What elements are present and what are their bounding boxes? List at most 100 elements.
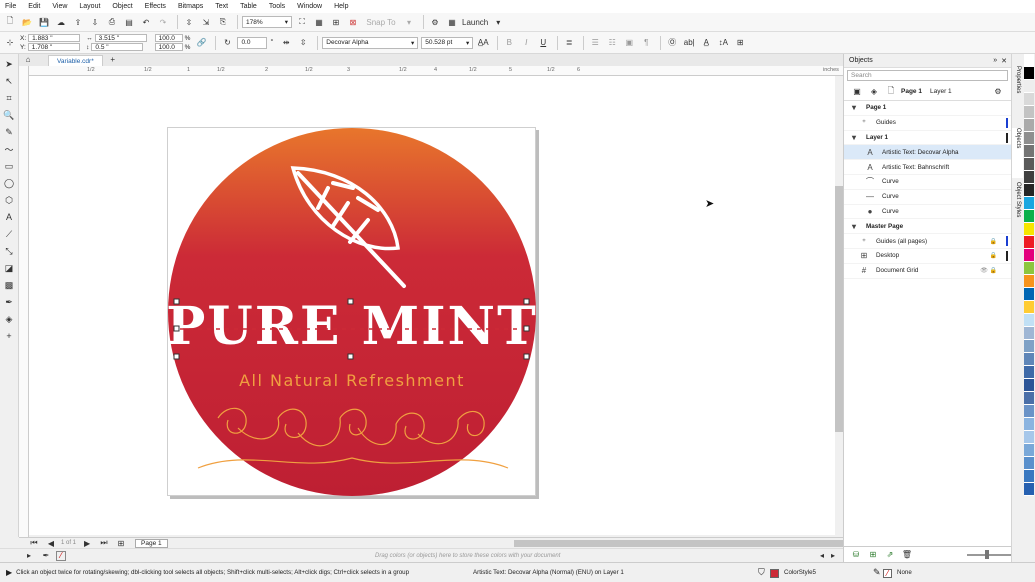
lock-icon[interactable]: 🔒 (990, 252, 997, 259)
palette-swatch[interactable] (1024, 288, 1034, 301)
palette-swatch[interactable] (1024, 457, 1034, 470)
rotation-field[interactable]: 0.0 (237, 36, 268, 49)
add-tool-icon[interactable]: + (2, 329, 16, 343)
launch-icon[interactable]: ▦ (445, 15, 459, 29)
zoom-level-select[interactable]: 178% ▾ (242, 16, 292, 28)
docker-close-icon[interactable]: ✕ (1001, 57, 1007, 65)
tree-row[interactable]: ⊞ Desktop 🔒 (844, 249, 1011, 264)
fill-swatch[interactable] (770, 569, 779, 578)
underline-button[interactable]: U (536, 36, 550, 50)
parallel-dimension-icon[interactable]: ⟋ (2, 227, 16, 241)
menu-view[interactable]: View (52, 3, 67, 10)
undo-icon[interactable]: ↶ (139, 15, 153, 29)
shape-tool-icon[interactable]: ↖ (2, 74, 16, 88)
new-document-icon[interactable]: 🗋 (3, 15, 17, 29)
vertical-ruler[interactable] (19, 66, 29, 537)
palette-swatch[interactable] (1024, 80, 1034, 93)
launch-dropdown-icon[interactable]: ▾ (491, 15, 505, 29)
save-icon[interactable]: 💾 (37, 15, 51, 29)
palette-scroll-right-icon[interactable]: ▸ (826, 549, 840, 563)
vertical-scrollbar[interactable] (835, 76, 843, 535)
palette-swatch[interactable] (1024, 418, 1034, 431)
artistic-media-icon[interactable]: 〜 (2, 142, 16, 156)
tree-row[interactable]: ⁺ Guides (844, 116, 1011, 131)
redo-icon[interactable]: ↷ (156, 15, 170, 29)
lock-icon[interactable]: 🔒 (990, 238, 997, 245)
edit-text-icon[interactable]: ab| (682, 36, 696, 50)
numbered-list-icon[interactable]: ☷ (605, 36, 619, 50)
italic-button[interactable]: I (519, 36, 533, 50)
tree-row[interactable]: ▾ Layer 1 (844, 131, 1011, 146)
palette-swatch[interactable] (1024, 405, 1034, 418)
page-tab[interactable]: Page 1 (135, 538, 168, 548)
menu-object[interactable]: Object (112, 3, 132, 10)
tagline-text[interactable]: All Natural Refreshment (239, 371, 465, 390)
tree-row[interactable]: # Document Grid 👁 🔒 (844, 264, 1011, 279)
lock-ratio-icon[interactable]: 🔗 (194, 36, 208, 50)
palette-swatch[interactable] (1024, 431, 1034, 444)
guides-icon[interactable]: ⊠ (346, 15, 360, 29)
palette-swatch[interactable] (1024, 197, 1034, 210)
palette-menu-icon[interactable]: ▸ (22, 549, 36, 563)
menu-table[interactable]: Table (240, 3, 257, 10)
horizontal-scrollbar[interactable] (514, 540, 854, 547)
palette-swatch[interactable] (1024, 444, 1034, 457)
print-icon[interactable]: ⎙ (105, 15, 119, 29)
document-tab[interactable]: Variable.cdr* (48, 55, 103, 66)
palette-swatch[interactable] (1024, 171, 1034, 184)
palette-swatch[interactable] (1024, 106, 1034, 119)
palette-swatch[interactable] (1024, 340, 1034, 353)
eyedropper-icon[interactable]: ✒ (39, 549, 53, 563)
palette-swatch[interactable] (1024, 483, 1034, 496)
docker-expand-icon[interactable]: » (993, 57, 997, 64)
palette-swatch[interactable] (1024, 275, 1034, 288)
menu-effects[interactable]: Effects (145, 3, 166, 10)
artwork[interactable]: PURE MINT All Natural Refreshment (168, 128, 537, 497)
new-tab-icon[interactable]: + (106, 52, 120, 66)
palette-swatch[interactable] (1024, 158, 1034, 171)
docker-zoom-slider[interactable] (967, 549, 1012, 559)
palette-swatch[interactable] (1024, 262, 1034, 275)
vertical-text-icon[interactable]: ↕A (716, 36, 730, 50)
palette-swatch[interactable] (1024, 93, 1034, 106)
page[interactable]: PURE MINT All Natural Refreshment (167, 127, 536, 496)
page-view-icon[interactable]: ▣ (850, 85, 864, 99)
tree-row[interactable]: ⁺ Guides (all pages) 🔒 (844, 234, 1011, 249)
delete-icon[interactable]: 🗑 (900, 548, 914, 562)
full-screen-icon[interactable]: ⛶ (295, 15, 309, 29)
font-list-select[interactable]: Decovar Alpha ▾ (322, 36, 419, 49)
tree-row[interactable]: ▾ Page 1 (844, 101, 1011, 116)
upload-icon[interactable]: ⇪ (71, 15, 85, 29)
tree-row[interactable]: — Curve (844, 190, 1011, 205)
connector-tool-icon[interactable]: ⤡ (2, 244, 16, 258)
move-to-layer-icon[interactable]: ⇗ (883, 548, 897, 562)
export-icon[interactable]: ⇲ (199, 15, 213, 29)
new-layer-icon[interactable]: ⛁ (849, 548, 863, 562)
text-properties-icon[interactable]: ¶ (639, 36, 653, 50)
interactive-fill-icon[interactable]: ◈ (2, 312, 16, 326)
open-icon[interactable]: 📂 (20, 15, 34, 29)
no-color-swatch[interactable]: ⁄ (56, 550, 66, 561)
options-gear-icon[interactable]: ⚙ (428, 15, 442, 29)
text-align-icon[interactable]: ≣ (562, 36, 576, 50)
outline-pen-icon[interactable]: ✎ (873, 567, 881, 578)
palette-swatch[interactable] (1024, 223, 1034, 236)
outline-swatch[interactable]: ⁄ (883, 569, 892, 578)
layer-view-icon[interactable]: ◈ (867, 85, 881, 99)
pointer-options-icon[interactable]: ⊹ (3, 36, 17, 50)
docker-search-input[interactable]: Search (847, 70, 1008, 81)
variable-font-icon[interactable]: A̲A (476, 36, 490, 50)
palette-swatch[interactable] (1024, 236, 1034, 249)
snap-to-button[interactable]: Snap To (363, 15, 399, 29)
docker-options-gear-icon[interactable]: ⚙ (991, 85, 1005, 99)
height-field[interactable]: 0.5 " (91, 43, 144, 51)
bullet-list-icon[interactable]: ☰ (588, 36, 602, 50)
horizontal-text-icon[interactable]: A̲ (699, 36, 713, 50)
menu-layout[interactable]: Layout (79, 3, 100, 10)
mirror-horizontal-icon[interactable]: ⇹ (279, 36, 293, 50)
lock-icon[interactable]: 👁 🔒 (980, 267, 997, 274)
palette-swatch[interactable] (1024, 353, 1034, 366)
bold-button[interactable]: B (502, 36, 516, 50)
palette-swatch[interactable] (1024, 184, 1034, 197)
text-tool-icon[interactable]: A (2, 210, 16, 224)
